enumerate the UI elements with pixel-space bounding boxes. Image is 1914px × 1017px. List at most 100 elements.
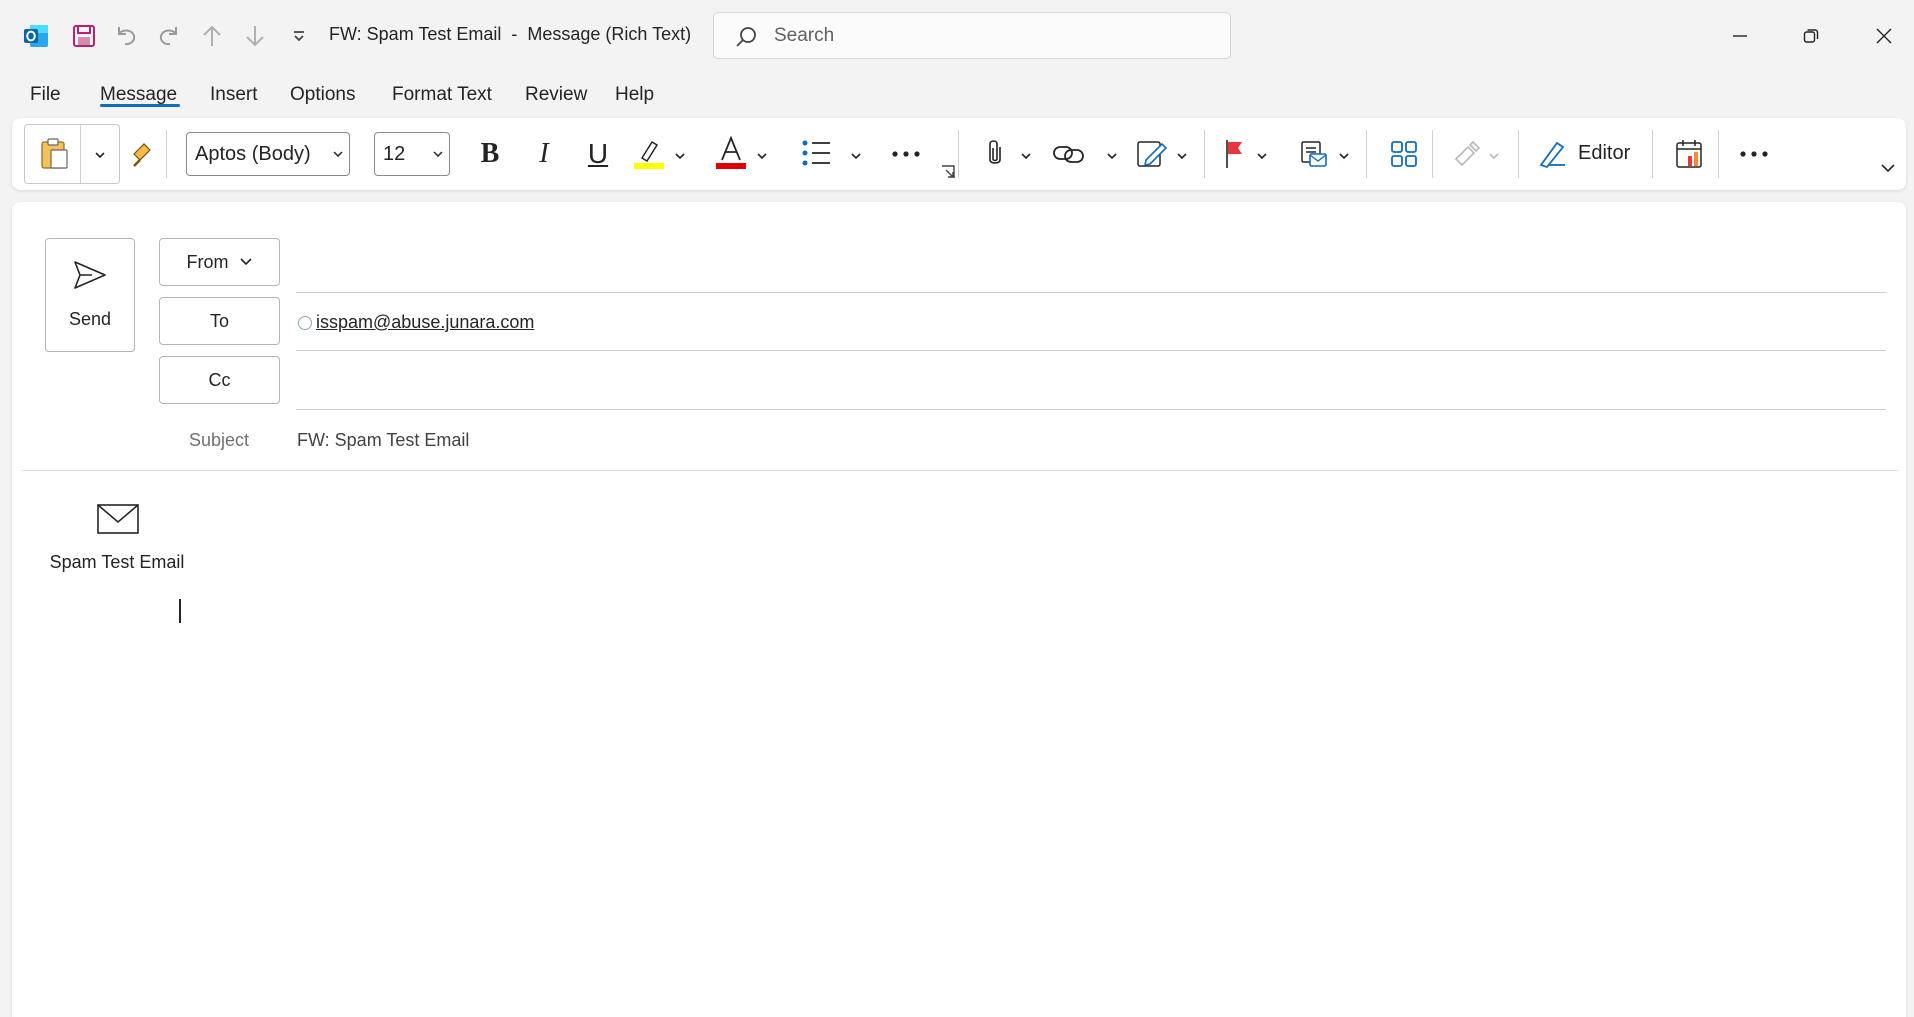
- chevron-down-icon: [433, 151, 443, 158]
- signature-icon: [1137, 141, 1168, 167]
- signature-button[interactable]: [1136, 132, 1194, 176]
- send-icon: [74, 261, 106, 289]
- chevron-down-icon: [1489, 153, 1499, 160]
- to-label: To: [209, 310, 229, 331]
- subject-label: Subject: [189, 430, 250, 450]
- attachment-label: Spam Test Email: [49, 552, 185, 572]
- template-envelope-icon: [1301, 141, 1327, 167]
- send-button[interactable]: Send: [45, 238, 135, 352]
- more-basic-text-button[interactable]: [884, 132, 928, 176]
- font-color-button[interactable]: [712, 132, 768, 176]
- calendar-chart-icon: [1676, 140, 1702, 168]
- italic-button[interactable]: I: [524, 132, 564, 176]
- to-recipient[interactable]: isspam@abuse.junara.com: [298, 312, 534, 333]
- more-commands-button[interactable]: [1732, 132, 1776, 176]
- editor-pen-icon: [1539, 141, 1565, 169]
- active-tab-indicator: [100, 104, 180, 107]
- chevron-down-icon: [1107, 153, 1117, 160]
- apps-button[interactable]: [1382, 132, 1426, 176]
- font-name-value: Aptos (Body): [195, 142, 311, 165]
- more-icon: [892, 151, 920, 157]
- editor-label[interactable]: Editor: [1578, 142, 1630, 165]
- chevron-down-icon: [1881, 164, 1895, 173]
- outlook-logo-icon: [20, 20, 52, 52]
- chevron-down-icon: [1339, 153, 1349, 160]
- search-icon: [736, 27, 756, 47]
- tab-help[interactable]: Help: [615, 84, 654, 106]
- paste-dropdown-icon[interactable]: [94, 149, 106, 161]
- to-field-underline[interactable]: [296, 350, 1886, 351]
- subject-input[interactable]: FW: Spam Test Email: [297, 430, 469, 451]
- follow-up-button[interactable]: [1220, 132, 1276, 176]
- dialog-launcher-icon: [942, 165, 955, 178]
- text-cursor[interactable]: [179, 599, 181, 623]
- ribbon-separator: [166, 130, 167, 178]
- bullets-button[interactable]: [800, 132, 864, 176]
- apps-grid-icon: [1391, 141, 1417, 167]
- font-size-value: 12: [383, 142, 406, 165]
- tab-review[interactable]: Review: [525, 84, 587, 106]
- underline-button[interactable]: U: [578, 132, 618, 176]
- ribbon-separator: [1518, 130, 1519, 178]
- customize-toolbar-icon[interactable]: [283, 20, 315, 52]
- bold-button[interactable]: B: [470, 132, 510, 176]
- add-ins-button[interactable]: [1448, 132, 1506, 176]
- tab-format-text[interactable]: Format Text: [392, 84, 492, 106]
- from-button[interactable]: From: [159, 238, 280, 286]
- tab-message[interactable]: Message: [100, 84, 177, 106]
- font-dialog-launcher[interactable]: [940, 164, 956, 180]
- from-label: From: [186, 251, 229, 272]
- from-field-underline: [296, 292, 1886, 293]
- paste-icon: [41, 138, 68, 169]
- editor-button[interactable]: [1534, 132, 1570, 176]
- save-icon[interactable]: [68, 20, 100, 52]
- previous-item-icon[interactable]: [196, 20, 228, 52]
- link-button[interactable]: [1050, 132, 1120, 176]
- chevron-down-icon: [333, 151, 343, 158]
- attach-file-button[interactable]: [978, 132, 1038, 176]
- ribbon-separator: [1366, 130, 1367, 178]
- ribbon-display-options-button[interactable]: [1876, 156, 1900, 180]
- highlighter-icon: [634, 140, 664, 169]
- compose-pane: Send From To isspam@abuse.junara.com Cc …: [12, 202, 1906, 1017]
- undo-icon[interactable]: [110, 20, 142, 52]
- ribbon-separator: [1432, 130, 1433, 178]
- font-name-select[interactable]: Aptos (Body): [186, 132, 350, 176]
- format-painter-button[interactable]: [122, 134, 162, 174]
- ribbon-separator: [958, 130, 959, 178]
- to-button[interactable]: To: [159, 297, 280, 345]
- minimize-icon: [1733, 35, 1747, 37]
- minimize-button[interactable]: [1710, 12, 1770, 60]
- title-bar: FW: Spam Test Email - Message (Rich Text…: [0, 0, 1914, 72]
- search-box[interactable]: [713, 12, 1231, 59]
- redo-icon[interactable]: [153, 20, 185, 52]
- close-button[interactable]: [1854, 12, 1914, 60]
- paste-button[interactable]: [24, 124, 120, 184]
- ribbon-separator: [1718, 130, 1719, 178]
- viva-insights-button[interactable]: [1668, 132, 1712, 176]
- next-item-icon[interactable]: [239, 20, 271, 52]
- search-input[interactable]: [774, 23, 1214, 49]
- chevron-down-icon: [1177, 153, 1187, 160]
- highlight-color-button[interactable]: [630, 132, 686, 176]
- restore-button[interactable]: [1781, 12, 1841, 60]
- format-painter-icon: [133, 143, 151, 167]
- tab-insert[interactable]: Insert: [210, 84, 258, 106]
- paste-split-divider: [80, 125, 81, 183]
- quick-parts-icon: [1454, 140, 1481, 167]
- chevron-down-icon: [1021, 153, 1031, 160]
- close-icon: [1876, 28, 1892, 44]
- cc-button[interactable]: Cc: [159, 356, 280, 404]
- tab-file[interactable]: File: [30, 84, 61, 106]
- ribbon-tabs: File Message Insert Options Format Text …: [0, 78, 1914, 116]
- templates-button[interactable]: [1298, 132, 1356, 176]
- paperclip-icon: [989, 140, 1001, 164]
- tab-options[interactable]: Options: [290, 84, 355, 106]
- window-title: FW: Spam Test Email - Message (Rich Text…: [329, 24, 692, 44]
- to-recipient-address[interactable]: isspam@abuse.junara.com: [316, 312, 534, 333]
- chevron-down-icon: [675, 153, 685, 160]
- send-label: Send: [68, 309, 112, 329]
- chevron-down-icon: [757, 153, 767, 160]
- cc-field-underline[interactable]: [296, 409, 1886, 410]
- font-size-select[interactable]: 12: [374, 132, 450, 176]
